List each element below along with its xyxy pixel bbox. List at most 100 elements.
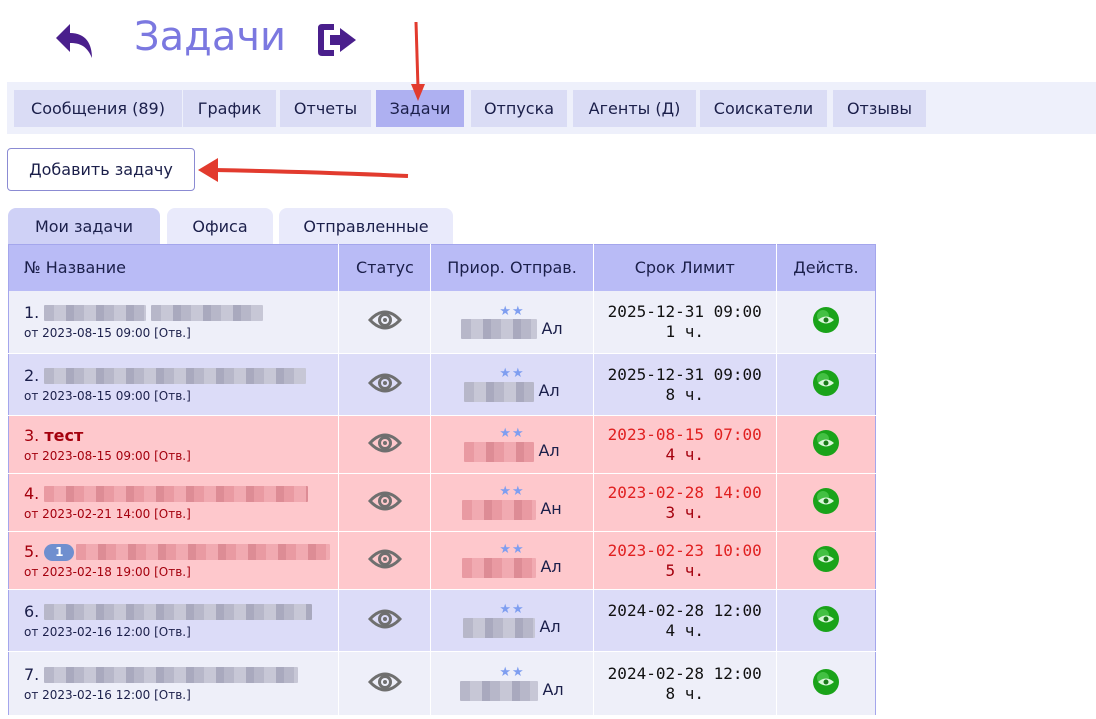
redacted-text [44, 305, 147, 322]
task-created: от 2023-02-18 19:00 [Отв.] [24, 564, 191, 579]
priority-stars: ★★ [499, 665, 525, 681]
task-status-cell [338, 415, 432, 474]
deadline-date: 2024-02-28 12:00 [607, 663, 762, 683]
time-limit: 3 ч. [665, 502, 704, 522]
sender-name: Ал [539, 617, 561, 637]
deadline-date: 2025-12-31 09:00 [607, 301, 762, 321]
table-row[interactable]: 3. тест от 2023-08-15 09:00 [Отв.] ★★ Ал… [8, 415, 876, 474]
column-header-deadline: Срок Лимит [593, 244, 777, 291]
eye-icon[interactable] [367, 369, 402, 397]
nav-item-reports[interactable]: Отчеты [280, 90, 371, 127]
nav-item-schedule[interactable]: График [183, 90, 276, 127]
nav-item-vacations[interactable]: Отпуска [471, 90, 567, 127]
deadline-date: 2023-02-28 14:00 [607, 482, 762, 502]
task-number: 3. [24, 425, 40, 445]
sender-name: Ал [542, 680, 564, 700]
task-priority-cell: ★★ Ал [430, 531, 594, 590]
eye-icon[interactable] [367, 545, 402, 573]
main-nav: Сообщения (89) График Отчеты Задачи Отпу… [7, 82, 1096, 134]
redacted-text [76, 544, 331, 560]
table-header-row: № Название Статус Приор. Отправ. Срок Ли… [8, 244, 876, 291]
sender-name: Ан [540, 499, 562, 519]
table-row[interactable]: 2. от 2023-08-15 09:00 [Отв.] ★★ Ал 2025… [8, 353, 876, 416]
task-name-cell: 6. от 2023-02-16 12:00 [Отв.] [8, 589, 340, 652]
redacted-text [151, 305, 264, 322]
logout-icon[interactable] [316, 20, 360, 60]
redacted-text [44, 486, 309, 502]
deadline-date: 2023-08-15 07:00 [607, 424, 762, 444]
task-number: 7. [24, 664, 40, 684]
redacted-text [464, 381, 535, 402]
sender-name: Ал [538, 381, 560, 401]
tab-sent[interactable]: Отправленные [279, 208, 453, 244]
deadline-date: 2024-02-28 12:00 [607, 600, 762, 620]
time-limit: 4 ч. [665, 620, 704, 640]
view-task-icon[interactable] [812, 306, 840, 334]
table-row[interactable]: 1. от 2023-08-15 09:00 [Отв.] ★★ Ал 2025… [8, 290, 876, 354]
deadline-date: 2023-02-23 10:00 [607, 540, 762, 560]
task-name-cell: 3. тест от 2023-08-15 09:00 [Отв.] [8, 415, 340, 474]
table-row[interactable]: 5. 1 от 2023-02-18 19:00 [Отв.] ★★ Ал 20… [8, 531, 876, 590]
priority-stars: ★★ [499, 366, 525, 382]
task-priority-cell: ★★ Ан [430, 473, 594, 532]
task-deadline-cell: 2023-08-15 07:00 4 ч. [593, 415, 777, 474]
tab-office[interactable]: Офиса [167, 208, 273, 244]
table-row[interactable]: 6. от 2023-02-16 12:00 [Отв.] ★★ Ал 2024… [8, 589, 876, 652]
priority-stars: ★★ [499, 542, 525, 558]
task-priority-cell: ★★ Ал [430, 589, 594, 652]
view-task-icon[interactable] [812, 487, 840, 515]
tab-my-tasks[interactable]: Мои задачи [8, 208, 160, 244]
redacted-text [464, 441, 535, 462]
eye-icon[interactable] [367, 306, 402, 334]
task-deadline-cell: 2025-12-31 09:00 1 ч. [593, 290, 777, 354]
nav-item-candidates[interactable]: Соискатели [700, 90, 827, 127]
table-row[interactable]: 4. от 2023-02-21 14:00 [Отв.] ★★ Ан 2023… [8, 473, 876, 532]
task-status-cell [338, 589, 432, 652]
task-deadline-cell: 2025-12-31 09:00 8 ч. [593, 353, 777, 416]
task-name-cell: 4. от 2023-02-21 14:00 [Отв.] [8, 473, 340, 532]
task-status-cell [338, 290, 432, 354]
sender-name: Ал [540, 557, 562, 577]
task-created: от 2023-08-15 09:00 [Отв.] [24, 388, 191, 403]
task-name-cell: 2. от 2023-08-15 09:00 [Отв.] [8, 353, 340, 416]
task-status-cell [338, 353, 432, 416]
nav-item-agents[interactable]: Агенты (Д) [573, 90, 696, 127]
task-priority-cell: ★★ Ал [430, 415, 594, 474]
comment-count-badge: 1 [44, 543, 75, 561]
task-number: 4. [24, 483, 40, 503]
undo-arrow-icon[interactable] [54, 22, 100, 62]
column-header-actions: Действ. [776, 244, 876, 291]
nav-item-tasks[interactable]: Задачи [376, 90, 464, 127]
priority-stars: ★★ [499, 484, 525, 500]
add-task-button[interactable]: Добавить задачу [7, 148, 195, 191]
eye-icon[interactable] [367, 605, 402, 633]
view-task-icon[interactable] [812, 545, 840, 573]
eye-icon[interactable] [367, 668, 402, 696]
task-priority-cell: ★★ Ал [430, 353, 594, 416]
redacted-text [460, 680, 539, 701]
task-name-cell: 5. 1 от 2023-02-18 19:00 [Отв.] [8, 531, 340, 590]
redacted-text [461, 319, 538, 339]
task-created: от 2023-08-15 09:00 [Отв.] [24, 325, 191, 340]
priority-stars: ★★ [499, 426, 525, 442]
time-limit: 8 ч. [665, 384, 704, 404]
task-status-cell [338, 651, 432, 716]
sender-name: Ал [541, 318, 563, 338]
task-created: от 2023-02-16 12:00 [Отв.] [24, 624, 191, 639]
nav-item-messages[interactable]: Сообщения (89) [14, 90, 182, 127]
view-task-icon[interactable] [812, 605, 840, 633]
eye-icon[interactable] [367, 429, 402, 457]
view-task-icon[interactable] [812, 668, 840, 696]
task-actions-cell [776, 473, 876, 532]
eye-icon[interactable] [367, 487, 402, 515]
task-actions-cell [776, 531, 876, 590]
task-number: 5. [24, 541, 40, 561]
task-deadline-cell: 2024-02-28 12:00 8 ч. [593, 651, 777, 716]
view-task-icon[interactable] [812, 369, 840, 397]
task-actions-cell [776, 353, 876, 416]
view-task-icon[interactable] [812, 429, 840, 457]
redacted-text [462, 557, 537, 578]
table-row[interactable]: 7. от 2023-02-16 12:00 [Отв.] ★★ Ал 2024… [8, 651, 876, 716]
task-name-cell: 1. от 2023-08-15 09:00 [Отв.] [8, 290, 340, 354]
nav-item-reviews[interactable]: Отзывы [833, 90, 926, 127]
